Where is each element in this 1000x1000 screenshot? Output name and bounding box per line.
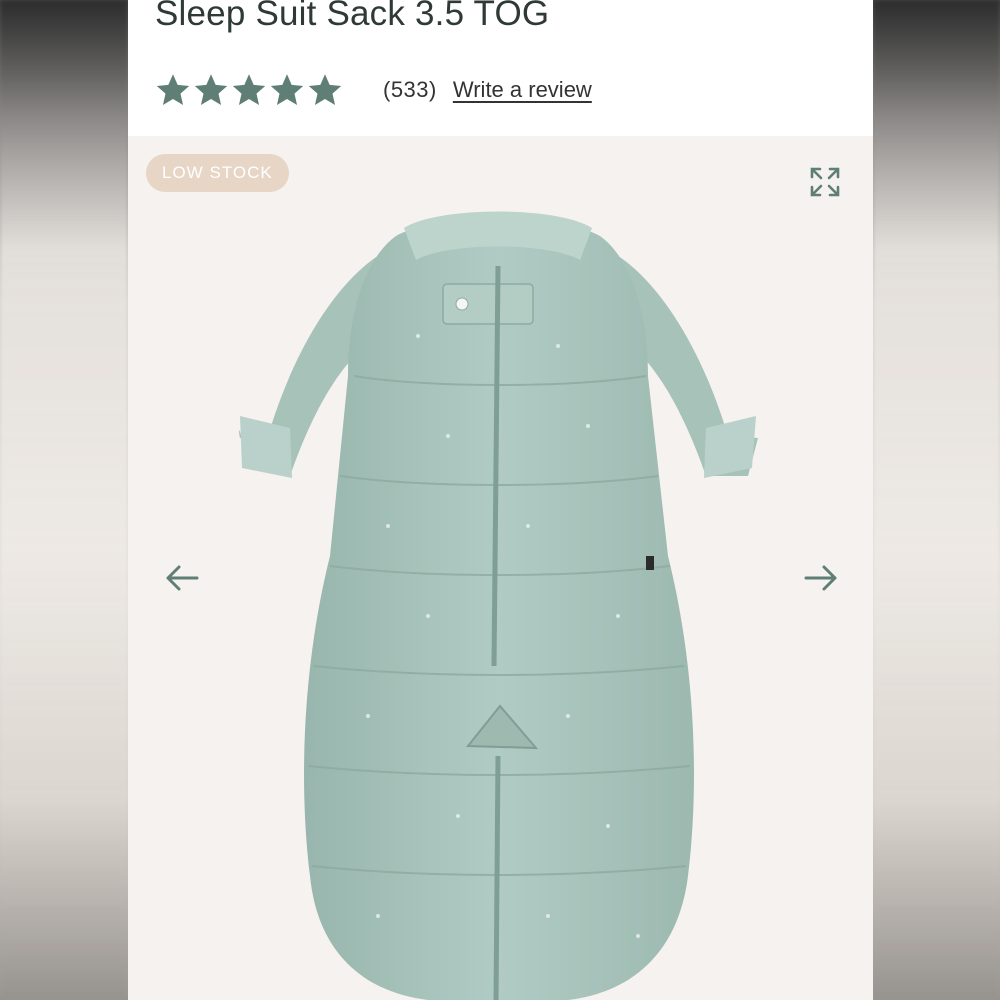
star-icon (194, 74, 228, 105)
star-rating[interactable] (155, 72, 343, 108)
arrow-left-icon[interactable] (165, 564, 199, 592)
review-count[interactable]: (533) (383, 77, 437, 103)
background-blur-right (873, 0, 1000, 1000)
star-icon (156, 74, 190, 105)
rating-row: (533) Write a review (155, 70, 592, 110)
arrow-right-icon[interactable] (804, 564, 838, 592)
product-panel: Sleep Suit Sack 3.5 TOG (533) Write a re… (128, 0, 873, 1000)
write-review-link[interactable]: Write a review (453, 77, 592, 103)
star-icon (270, 74, 304, 105)
star-icon (308, 74, 342, 105)
background-blur-left (0, 0, 128, 1000)
product-title: Sleep Suit Sack 3.5 TOG (155, 0, 550, 33)
sleep-suit-sack-image (238, 211, 758, 1000)
expand-icon[interactable] (809, 166, 841, 198)
product-gallery: LOW STOCK (128, 136, 873, 1000)
star-icon (232, 74, 266, 105)
